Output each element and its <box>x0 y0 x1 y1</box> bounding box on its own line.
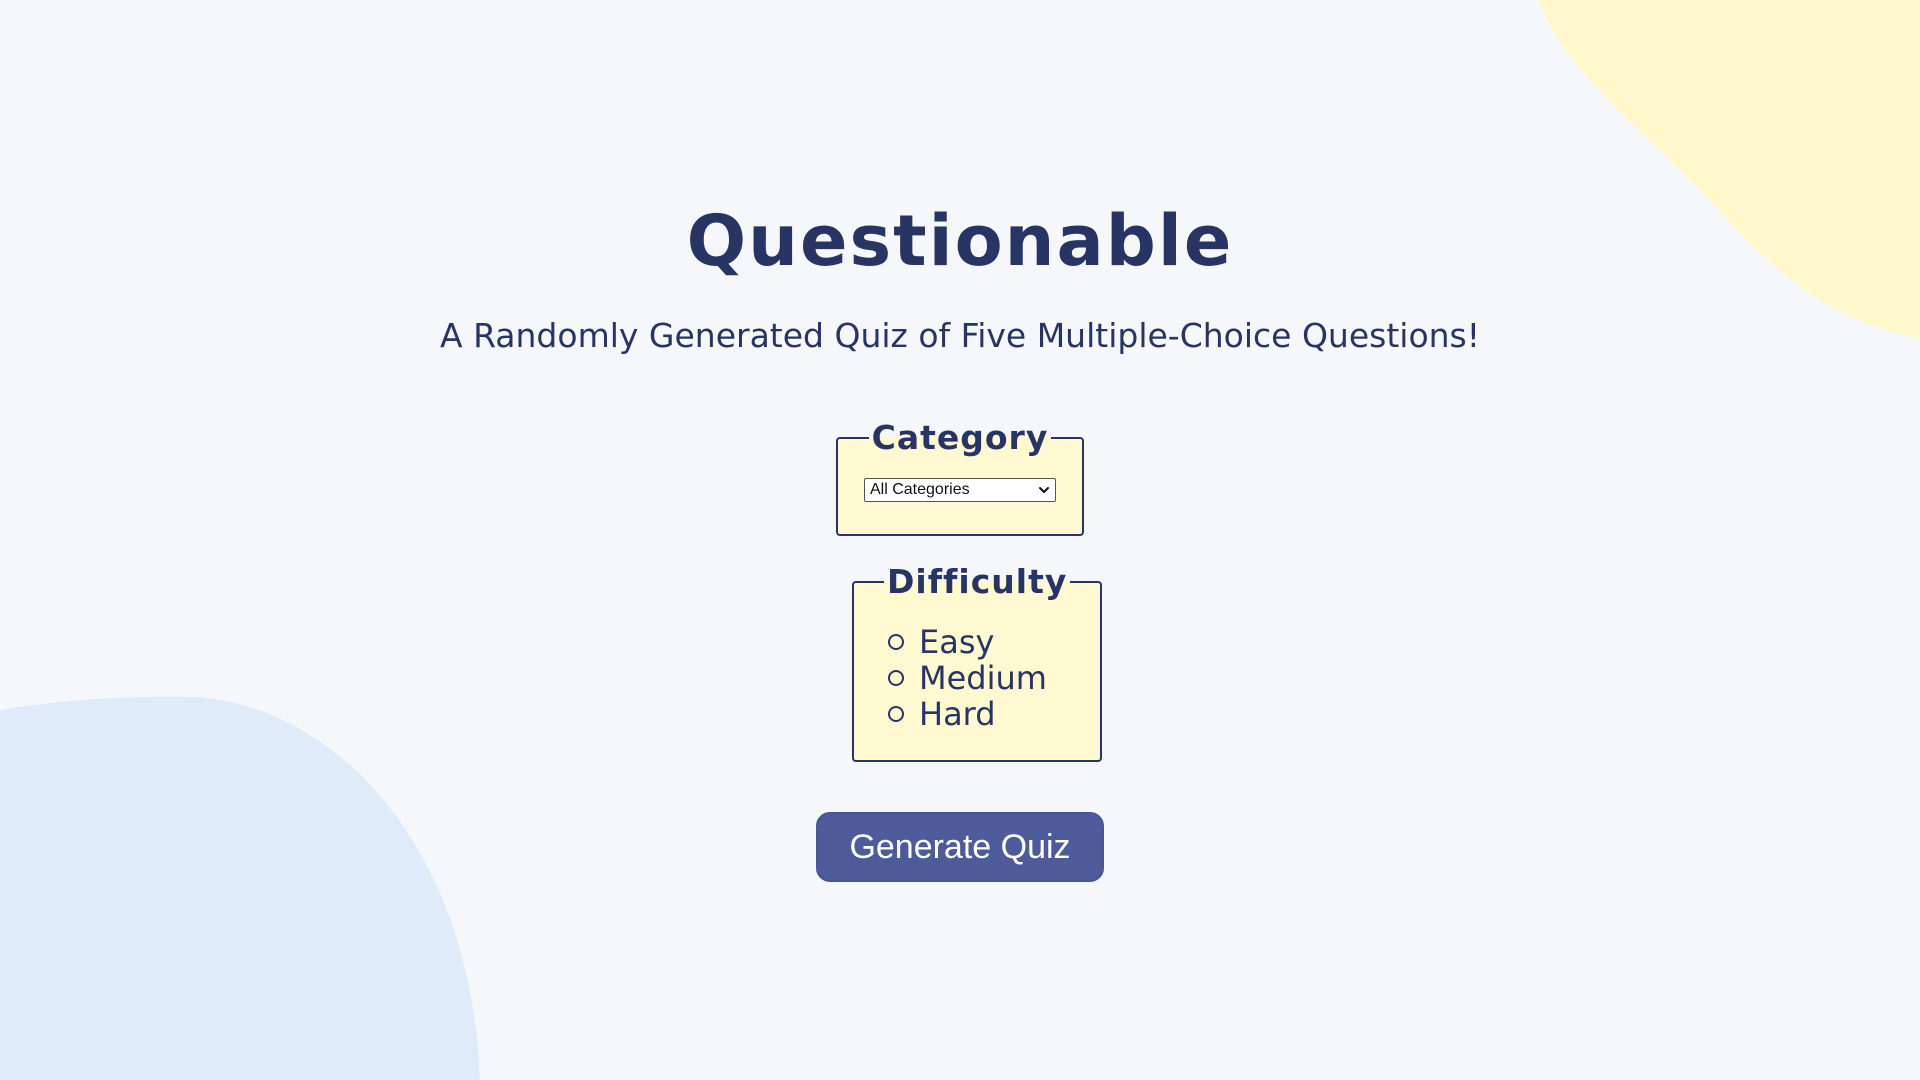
page-title: Questionable <box>686 200 1234 282</box>
decorative-blob-yellow <box>1539 0 1920 339</box>
difficulty-label-easy: Easy <box>919 623 995 661</box>
page-subtitle: A Randomly Generated Quiz of Five Multip… <box>440 316 1480 355</box>
radio-easy[interactable] <box>888 634 904 650</box>
chevron-down-icon <box>1039 487 1049 493</box>
difficulty-legend: Difficulty <box>887 562 1068 601</box>
difficulty-options: Easy Medium Hard <box>884 623 1070 733</box>
difficulty-fieldset: Difficulty Easy Medium Hard <box>852 562 1103 762</box>
radio-hard[interactable] <box>888 706 904 722</box>
difficulty-label-medium: Medium <box>919 659 1047 697</box>
difficulty-option-easy[interactable]: Easy <box>884 623 1070 661</box>
difficulty-option-medium[interactable]: Medium <box>884 659 1070 697</box>
difficulty-label-hard: Hard <box>919 695 996 733</box>
decorative-blob-blue <box>0 696 480 1080</box>
category-fieldset: Category All Categories <box>836 418 1084 536</box>
difficulty-option-hard[interactable]: Hard <box>884 695 1070 733</box>
page: Questionable A Randomly Generated Quiz o… <box>0 0 1920 1080</box>
radio-medium[interactable] <box>888 670 904 686</box>
generate-quiz-button[interactable]: Generate Quiz <box>816 812 1104 882</box>
category-selected-value: All Categories <box>870 481 970 498</box>
category-legend: Category <box>871 418 1049 457</box>
category-select[interactable]: All Categories <box>864 478 1056 502</box>
